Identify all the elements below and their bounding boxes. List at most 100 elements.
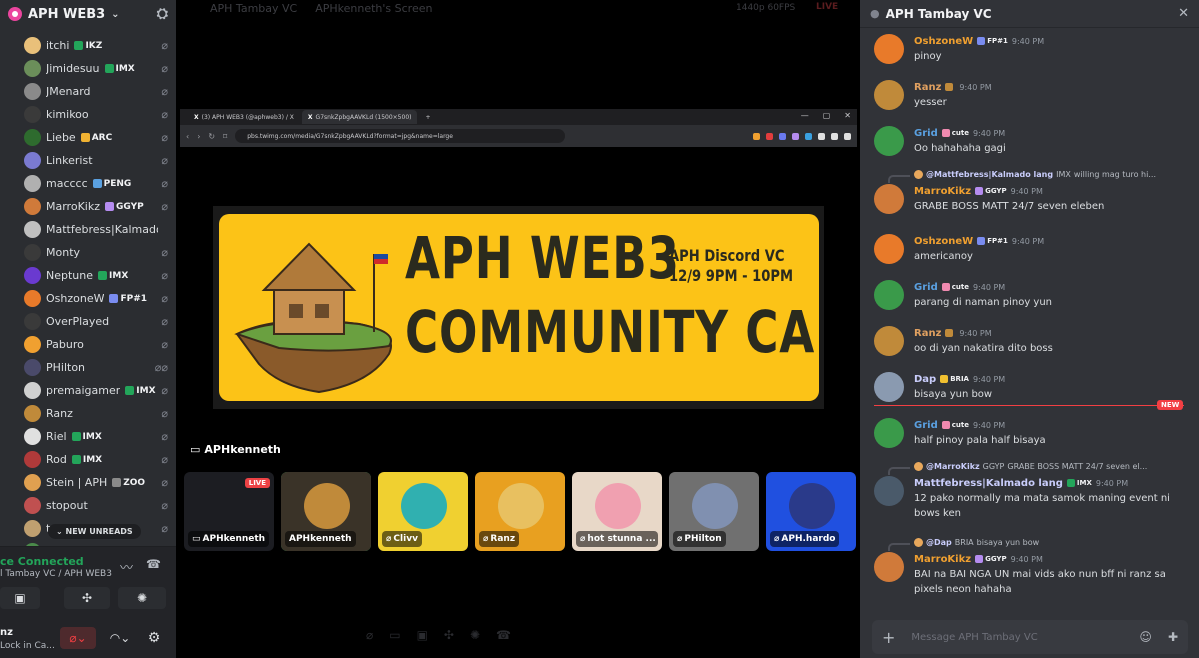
- message-input[interactable]: [911, 631, 1124, 643]
- screen-share-icon[interactable]: ▣: [417, 628, 428, 642]
- participant-tile[interactable]: LIVE ▭ APHkenneth: [184, 472, 274, 551]
- member-row[interactable]: itchi IKZ ⌀: [0, 34, 176, 57]
- participant-tile[interactable]: ⌀ hot stunna ...: [572, 472, 662, 551]
- apps-icon[interactable]: ✚: [1168, 630, 1178, 644]
- message-header: Grid cute 9:40 PM: [914, 418, 1005, 432]
- window-controls: — ▢ ✕: [800, 111, 851, 120]
- avatar[interactable]: [874, 418, 904, 448]
- timestamp: 9:40 PM: [959, 328, 992, 338]
- member-row[interactable]: stopout ⌀: [0, 494, 176, 517]
- member-row[interactable]: PHilton ⌀⌀: [0, 356, 176, 379]
- server-tag: cute: [941, 283, 969, 291]
- participant-tile[interactable]: ⌀ Ranz: [475, 472, 565, 551]
- member-row[interactable]: kimikoo ⌀: [0, 103, 176, 126]
- browser-url: pbs.twimg.com/media/G7snkZpbgAAVKLd?form…: [235, 129, 566, 143]
- member-row[interactable]: Riel IMX ⌀: [0, 425, 176, 448]
- tile-label: ⌀ Ranz: [479, 531, 520, 547]
- activities-icon[interactable]: ✣: [444, 628, 454, 642]
- soundboard-button[interactable]: ✺: [118, 587, 166, 609]
- member-row[interactable]: Liebe ARC ⌀: [0, 126, 176, 149]
- reply-preview[interactable]: @Dap BRIA bisaya yun bow: [914, 536, 1184, 548]
- extension-icon: [766, 132, 773, 140]
- avatar[interactable]: [874, 80, 904, 110]
- member-row[interactable]: Paburo ⌀: [0, 333, 176, 356]
- member-row[interactable]: Stein | APH ZOO ⌀: [0, 471, 176, 494]
- leave-call-icon[interactable]: ☎: [496, 628, 511, 642]
- avatar: [24, 83, 41, 100]
- participant-tile[interactable]: ⌀ APH.hardo: [766, 472, 856, 551]
- author-name[interactable]: Ranz: [914, 328, 941, 339]
- new-unreads-pill[interactable]: ⌄ NEW UNREADS: [48, 524, 141, 539]
- close-icon[interactable]: ✕: [1178, 6, 1189, 21]
- server-tag: FP#1: [977, 237, 1008, 245]
- author-name[interactable]: Grid: [914, 282, 938, 293]
- add-attachment-icon[interactable]: +: [882, 628, 895, 647]
- avatar[interactable]: [874, 552, 904, 582]
- muted-icon: ⌀: [161, 39, 168, 52]
- camera-icon[interactable]: ▭: [389, 628, 400, 642]
- author-name[interactable]: OshzoneW: [914, 236, 973, 247]
- avatar[interactable]: [874, 126, 904, 156]
- user-settings-button[interactable]: ⚙: [144, 627, 164, 649]
- voice-channel-path[interactable]: l Tambay VC / APH WEB3: [0, 569, 112, 579]
- timestamp: 9:40 PM: [972, 374, 1006, 384]
- member-name: itchi: [46, 39, 70, 52]
- soundboard-icon[interactable]: ✺: [470, 628, 480, 642]
- mic-muted-icon: ⌀: [69, 631, 77, 645]
- author-name[interactable]: Mattfebress|Kalmado lang: [914, 478, 1063, 489]
- member-row[interactable]: MarroKikz GGYP ⌀: [0, 195, 176, 218]
- member-row[interactable]: OshzoneW FP#1 ⌀: [0, 287, 176, 310]
- emoji-icon[interactable]: ☺: [1139, 630, 1152, 644]
- author-name[interactable]: Dap: [914, 374, 936, 385]
- reply-preview[interactable]: @MarroKikz GGYP GRABE BOSS MATT 24/7 seven…: [914, 460, 1184, 472]
- member-row[interactable]: macccc PENG ⌀: [0, 172, 176, 195]
- avatar[interactable]: [874, 184, 904, 214]
- avatar[interactable]: [874, 234, 904, 264]
- member-row[interactable]: Ranz ⌀: [0, 402, 176, 425]
- member-row[interactable]: JMenard ⌀: [0, 80, 176, 103]
- mute-mic-button[interactable]: ⌀ ⌄: [60, 627, 96, 649]
- message-text: pinoy: [914, 51, 942, 62]
- member-row[interactable]: OverPlayed ⌀: [0, 310, 176, 333]
- avatar[interactable]: [874, 34, 904, 64]
- user-name[interactable]: nz: [0, 627, 13, 638]
- author-name[interactable]: Grid: [914, 128, 938, 139]
- member-row[interactable]: Neptune IMX ⌀: [0, 264, 176, 287]
- avatar: [692, 483, 738, 529]
- message-text: parang di naman pinoy yun: [914, 297, 1053, 308]
- server-header[interactable]: APH WEB3 ⌄ ⛭: [0, 0, 176, 28]
- participant-tile[interactable]: ⌀ PHilton: [669, 472, 759, 551]
- author-name[interactable]: MarroKikz: [914, 554, 971, 565]
- member-row[interactable]: Mattfebress|Kalmado lang: [0, 218, 176, 241]
- avatar[interactable]: [874, 280, 904, 310]
- avatar: [914, 169, 923, 179]
- participant-tile[interactable]: APHkenneth: [281, 472, 371, 551]
- member-name: Monty: [46, 246, 81, 259]
- add-member-icon[interactable]: ⛭: [157, 6, 168, 22]
- avatar[interactable]: [874, 476, 904, 506]
- mic-icon[interactable]: ⌀: [366, 628, 373, 642]
- avatar[interactable]: [874, 372, 904, 402]
- member-row[interactable]: Linkerist ⌀: [0, 149, 176, 172]
- avatar[interactable]: [874, 326, 904, 356]
- author-name[interactable]: MarroKikz: [914, 186, 971, 197]
- member-row[interactable]: Jimidesuu IMX ⌀: [0, 57, 176, 80]
- noise-suppression-icon[interactable]: 〰: [120, 557, 133, 576]
- member-tag: IMX: [71, 432, 102, 442]
- share-screen-button[interactable]: ▣: [0, 587, 40, 609]
- shared-screen[interactable]: X (3) APH WEB3 (@aphweb3) / X X G7snkZpbgA…: [180, 109, 857, 445]
- member-row[interactable]: Rod IMX ⌀: [0, 448, 176, 471]
- disconnect-icon[interactable]: ☎: [146, 557, 161, 571]
- avatar: [24, 198, 41, 215]
- muted-icon: ⌀: [161, 269, 168, 282]
- reply-preview[interactable]: @Mattfebress|Kalmado lang IMX willing mag …: [914, 168, 1184, 180]
- headset-button[interactable]: ◠ ⌄: [104, 627, 136, 649]
- author-name[interactable]: OshzoneW: [914, 36, 973, 47]
- author-name[interactable]: Ranz: [914, 82, 941, 93]
- activities-button[interactable]: ✣: [64, 587, 110, 609]
- member-row[interactable]: Monty ⌀: [0, 241, 176, 264]
- author-name[interactable]: Grid: [914, 420, 938, 431]
- member-row[interactable]: premaigamer IMX ⌀: [0, 379, 176, 402]
- muted-icon: ⌀: [161, 315, 168, 328]
- participant-tile[interactable]: ⌀ Clivv: [378, 472, 468, 551]
